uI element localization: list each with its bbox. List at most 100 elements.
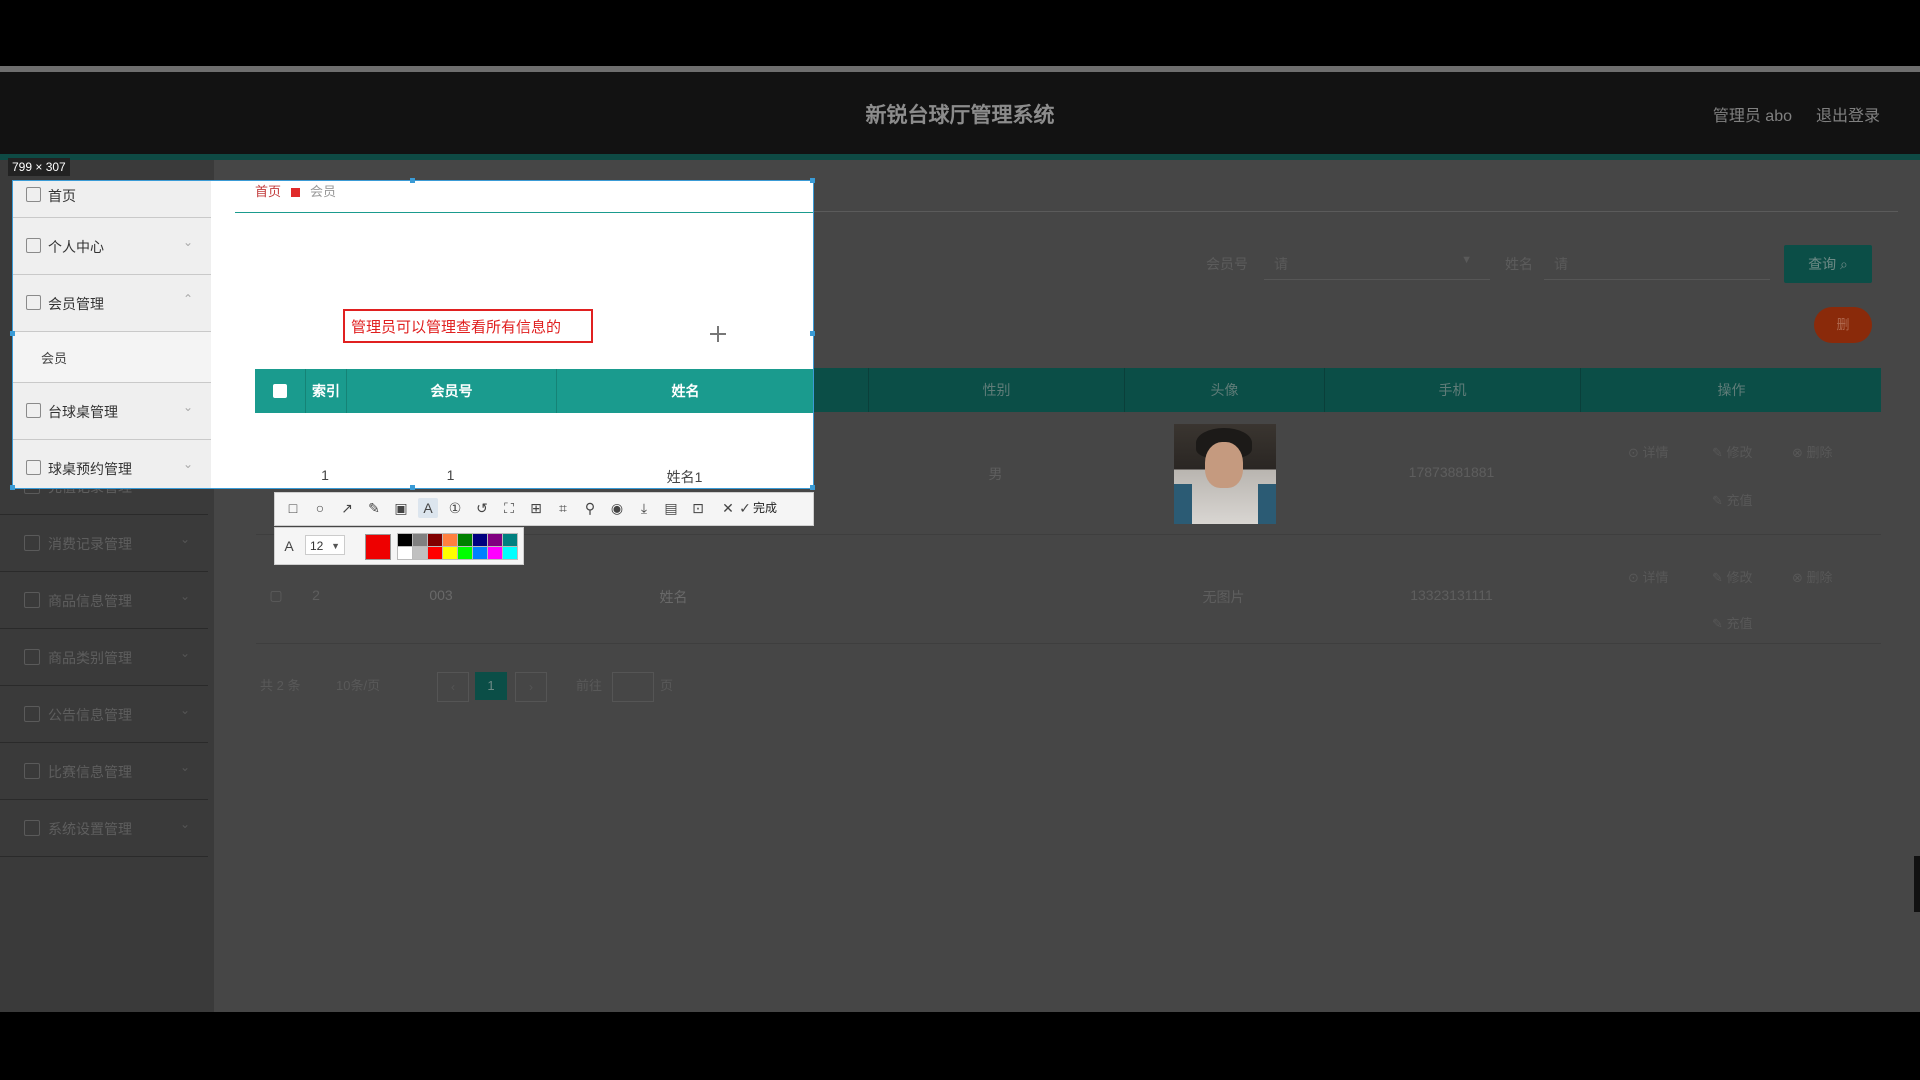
color-swatch[interactable] — [487, 546, 503, 560]
detail-button[interactable]: ⊙ 详情 — [1628, 442, 1669, 461]
rectangle-tool-icon[interactable]: □ — [283, 498, 303, 518]
delete-button[interactable]: 删 — [1814, 307, 1872, 343]
search-button[interactable]: 查询 ⌕ — [1784, 245, 1872, 283]
crop-icon[interactable]: ⛶ — [499, 498, 519, 518]
check-icon[interactable]: ✓ — [735, 498, 755, 518]
page-1[interactable]: 1 — [475, 672, 507, 700]
row-checkbox[interactable]: ▢ — [256, 587, 296, 604]
crosshair-cursor — [710, 326, 726, 342]
text-tool-icon[interactable]: A — [418, 498, 438, 518]
resize-handle[interactable] — [10, 485, 15, 490]
chevron-up-icon: ⌃ — [182, 292, 193, 306]
resize-handle[interactable] — [410, 178, 415, 183]
sidebar-item-category[interactable]: 商品类别管理 ⌄ — [0, 629, 208, 686]
text-style-bar: A 12 ▼ — [274, 527, 524, 565]
sidebar-subitem-member[interactable]: 会员 — [13, 332, 211, 383]
number-tool-icon[interactable]: ① — [445, 498, 465, 518]
resize-handle[interactable] — [410, 485, 415, 490]
detail-button[interactable]: ⊙ 详情 — [1628, 567, 1669, 586]
sidebar-item-notice[interactable]: 公告信息管理 ⌄ — [0, 686, 208, 743]
color-swatch[interactable] — [412, 546, 428, 560]
color-swatch[interactable] — [472, 546, 488, 560]
ellipse-tool-icon[interactable]: ○ — [310, 498, 330, 518]
color-swatch[interactable] — [487, 533, 503, 547]
translate-icon[interactable]: ⊞ — [526, 498, 546, 518]
pen-tool-icon[interactable]: ✎ — [364, 498, 384, 518]
chevron-down-icon: ⌄ — [182, 400, 193, 414]
color-swatch[interactable] — [472, 533, 488, 547]
name-input[interactable]: 请 — [1544, 245, 1770, 280]
bottom-bar — [0, 1012, 1920, 1080]
breadcrumb-current: 会员 — [310, 184, 337, 199]
resize-handle[interactable] — [810, 331, 815, 336]
color-swatch[interactable] — [427, 533, 443, 547]
search-label-name: 姓名 — [1505, 256, 1533, 272]
resize-handle[interactable] — [810, 178, 815, 183]
color-swatch[interactable] — [442, 533, 458, 547]
th-name: 姓名 — [556, 369, 813, 413]
delete-row-button[interactable]: ⊗ 删除 — [1792, 567, 1833, 586]
sidebar-item-profile[interactable]: 个人中心 ⌄ — [13, 218, 211, 275]
member-no-select[interactable]: 请 ▼ — [1264, 245, 1490, 280]
color-swatch[interactable] — [502, 533, 518, 547]
font-icon: A — [284, 538, 294, 554]
sidebar-item-consume[interactable]: 消费记录管理 ⌄ — [0, 515, 208, 572]
color-swatch[interactable] — [502, 546, 518, 560]
arrow-tool-icon[interactable]: ↗ — [337, 498, 357, 518]
annotation-textbox[interactable]: 管理员可以管理查看所有信息的 — [343, 309, 593, 343]
cell-index: 1 — [321, 467, 329, 483]
color-swatch[interactable] — [397, 546, 413, 560]
chevron-down-icon: ⌄ — [182, 457, 193, 471]
color-swatch[interactable] — [442, 546, 458, 560]
breadcrumb-home[interactable]: 首页 — [255, 184, 281, 199]
ocr-icon[interactable]: ⌗ — [553, 498, 573, 518]
chevron-down-icon: ⌄ — [179, 532, 190, 546]
color-swatch[interactable] — [457, 533, 473, 547]
pagination-total: 共 2 条 — [260, 678, 301, 693]
sidebar-item-reservations[interactable]: 球桌预约管理 ⌄ — [13, 440, 211, 488]
bookmark-icon[interactable]: ⊡ — [688, 498, 708, 518]
delete-row-button[interactable]: ⊗ 删除 — [1792, 442, 1833, 461]
color-swatch[interactable] — [427, 546, 443, 560]
edit-button[interactable]: ✎ 修改 — [1712, 442, 1753, 461]
save-icon[interactable]: ▤ — [661, 498, 681, 518]
logout-link[interactable]: 退出登录 — [1816, 102, 1880, 126]
resize-handle[interactable] — [10, 331, 15, 336]
recharge-button[interactable]: ✎ 充值 — [1712, 613, 1753, 632]
font-size-select[interactable]: 12 ▼ — [305, 535, 345, 555]
resize-handle[interactable] — [810, 485, 815, 490]
current-color-swatch[interactable] — [365, 534, 391, 560]
edit-button[interactable]: ✎ 修改 — [1712, 567, 1753, 586]
selection-size-label: 799 × 307 — [8, 158, 70, 176]
sidebar-item-tables[interactable]: 台球桌管理 ⌄ — [13, 383, 211, 440]
done-button[interactable]: 完成 — [753, 498, 777, 518]
breadcrumb-underline — [235, 212, 813, 213]
selection-table-header: 索引 会员号 姓名 — [255, 369, 813, 413]
undo-icon[interactable]: ↺ — [472, 498, 492, 518]
sidebar-item-members[interactable]: 会员管理 ⌃ — [13, 275, 211, 332]
chart-icon — [24, 535, 40, 551]
search-label-member-no: 会员号 — [1206, 256, 1248, 272]
sidebar-item-home[interactable]: 首页 — [13, 181, 211, 218]
sidebar-item-goods[interactable]: 商品信息管理 ⌄ — [0, 572, 208, 629]
mosaic-tool-icon[interactable]: ▣ — [391, 498, 411, 518]
download-icon[interactable]: ⤓ — [634, 498, 654, 518]
record-icon[interactable]: ◉ — [607, 498, 627, 518]
pin-icon[interactable]: ⚲ — [580, 498, 600, 518]
avatar — [1174, 424, 1276, 524]
color-swatch[interactable] — [412, 533, 428, 547]
next-page-button[interactable]: › — [515, 672, 547, 702]
sidebar-item-settings[interactable]: 系统设置管理 ⌄ — [0, 800, 208, 857]
chevron-down-icon: ⌄ — [179, 760, 190, 774]
select-all-checkbox[interactable] — [273, 384, 287, 398]
app-title: 新锐台球厅管理系统 — [865, 104, 1055, 127]
pagination-size[interactable]: 10条/页 — [336, 672, 380, 700]
color-swatch[interactable] — [397, 533, 413, 547]
sidebar-item-match[interactable]: 比赛信息管理 ⌄ — [0, 743, 208, 800]
color-swatch[interactable] — [457, 546, 473, 560]
screenshot-selection[interactable]: 首页 个人中心 ⌄ 会员管理 ⌃ 会员 台球桌管理 ⌄ 球桌预约管理 ⌄ 首页 会员 管理… — [12, 180, 814, 489]
goto-label: 前往 — [576, 678, 603, 693]
goto-page-input[interactable] — [612, 672, 654, 702]
prev-page-button[interactable]: ‹ — [437, 672, 469, 702]
recharge-button[interactable]: ✎ 充值 — [1712, 490, 1753, 509]
